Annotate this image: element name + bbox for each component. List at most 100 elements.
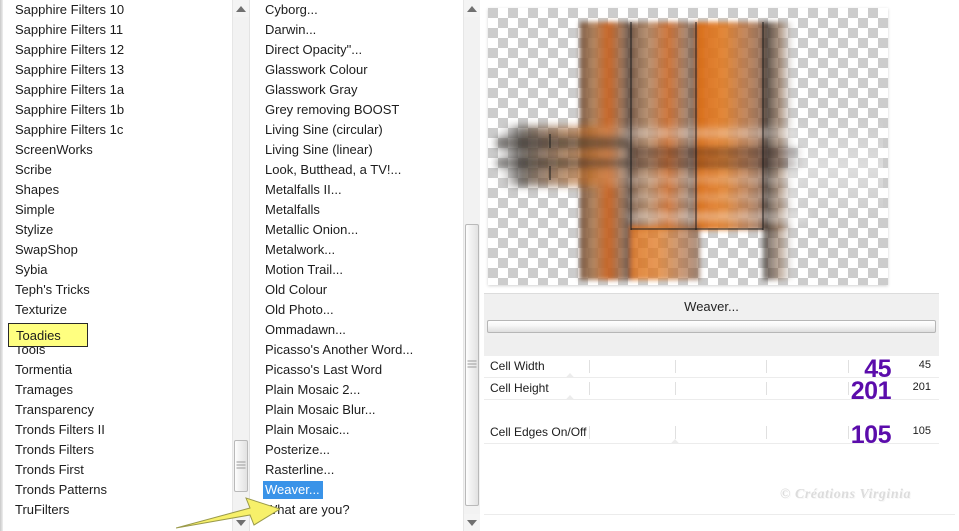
list-item[interactable]: Plain Mosaic Blur... (250, 400, 480, 420)
list-item[interactable]: Teph's Tricks (0, 280, 249, 300)
list-item[interactable]: Tronds Filters (0, 440, 249, 460)
list-item[interactable]: Glasswork Gray (250, 80, 480, 100)
list-item[interactable]: Old Colour (250, 280, 480, 300)
scroll-up-button[interactable] (464, 0, 480, 17)
list-item[interactable]: Sybia (0, 260, 249, 280)
preview-checkerboard (488, 8, 888, 285)
list-item[interactable]: Posterize... (250, 440, 480, 460)
panel-bottom-divider (484, 514, 955, 515)
list-item[interactable]: Texturize (0, 300, 249, 320)
list-item-label: Stylize (15, 222, 54, 237)
slider-label: Cell Edges On/Off (490, 425, 587, 439)
slider-tick (588, 426, 590, 439)
list-item-label: Tronds Patterns (15, 482, 108, 497)
list-item-label: Rasterline... (265, 462, 335, 477)
list-item[interactable]: Grey removing BOOST (250, 100, 480, 120)
list-item[interactable]: Shapes (0, 180, 249, 200)
slider-value-readout[interactable]: 201 (913, 378, 931, 397)
list-item[interactable]: Scribe (0, 160, 249, 180)
list-item[interactable]: Transparency (0, 400, 249, 420)
slider-label: Cell Height (490, 381, 549, 395)
list-item[interactable]: Plain Mosaic... (250, 420, 480, 440)
list-item[interactable]: Darwin... (250, 20, 480, 40)
list-item-label: Transparency (15, 402, 94, 417)
list-item[interactable]: Stylize (0, 220, 249, 240)
list-item[interactable]: SwapShop (0, 240, 249, 260)
list-item[interactable]: Tronds Filters II (0, 420, 249, 440)
list-item[interactable]: Sapphire Filters 1c (0, 120, 249, 140)
slider-tick (675, 426, 677, 439)
list-item[interactable]: Living Sine (circular) (250, 120, 480, 140)
list-item[interactable]: ScreenWorks (0, 140, 249, 160)
list-item[interactable]: Cyborg... (250, 0, 480, 20)
list-item[interactable]: Plain Mosaic 2... (250, 380, 480, 400)
slider-list-tail (484, 444, 939, 466)
list-item[interactable]: TruFilters (0, 500, 249, 520)
list-item[interactable]: Metallic Onion... (250, 220, 480, 240)
list-item-label: Sapphire Filters 13 (15, 62, 125, 77)
list-item[interactable]: Picasso's Last Word (250, 360, 480, 380)
filter-list-scrollbar[interactable] (463, 0, 480, 531)
list-item[interactable]: Motion Trail... (250, 260, 480, 280)
list-item[interactable]: Sapphire Filters 11 (0, 20, 249, 40)
list-item-label: SwapShop (15, 242, 78, 257)
list-item[interactable]: Tormentia (0, 360, 249, 380)
scroll-down-button[interactable] (233, 514, 249, 531)
list-item-label: Sybia (15, 262, 48, 277)
list-item[interactable]: Sapphire Filters 1a (0, 80, 249, 100)
list-item[interactable]: Living Sine (linear) (250, 140, 480, 160)
list-item[interactable]: Metalfalls II... (250, 180, 480, 200)
scroll-down-button[interactable] (464, 514, 480, 531)
category-list-scrollbar[interactable] (232, 0, 249, 531)
list-item-label: Picasso's Last Word (265, 362, 383, 377)
list-item[interactable]: Ommadawn... (250, 320, 480, 340)
list-item-label: Glasswork Gray (265, 82, 358, 97)
list-item[interactable]: Rasterline... (250, 460, 480, 480)
slider-row[interactable]: Cell Edges On/Off 105 105 (484, 422, 939, 451)
list-item[interactable]: Tronds First (0, 460, 249, 480)
slider-value-readout[interactable]: 105 (913, 422, 931, 441)
slider-row[interactable]: Cell Width 45 45 (484, 356, 939, 385)
list-item[interactable]: Sapphire Filters 13 (0, 60, 249, 80)
list-item[interactable]: Picasso's Another Word... (250, 340, 480, 360)
filter-effect-panel: Cyborg... Darwin... Direct Opacity"... Glas… (250, 0, 480, 531)
list-item-label: Sapphire Filters 10 (15, 2, 125, 17)
triangle-down-icon (236, 519, 246, 526)
slider-value-readout[interactable]: 45 (919, 356, 931, 375)
list-item-label: ScreenWorks (15, 142, 93, 157)
list-item[interactable]: Old Photo... (250, 300, 480, 320)
slider-tick (848, 426, 849, 439)
filter-effect-list[interactable]: Cyborg... Darwin... Direct Opacity"... Glas… (250, 0, 480, 520)
list-item[interactable]: What are you? (250, 500, 480, 520)
list-item[interactable]: Look, Butthead, a TV!... (250, 160, 480, 180)
slider-spacer (484, 400, 939, 422)
list-item[interactable]: Metalfalls (250, 200, 480, 220)
filter-category-list[interactable]: Sapphire Filters 10 Sapphire Filters 11 Sa… (0, 0, 249, 520)
list-item[interactable]: Metalwork... (250, 240, 480, 260)
list-item[interactable]: Simple (0, 200, 249, 220)
list-item-label: Old Photo... (265, 302, 334, 317)
list-item-selected[interactable]: Weaver... (250, 480, 480, 500)
list-item[interactable]: Tronds Patterns (0, 480, 249, 500)
list-item[interactable]: Glasswork Colour (250, 60, 480, 80)
slider-row[interactable]: Cell Height 201 201 (484, 378, 939, 407)
triangle-up-icon (236, 5, 246, 12)
list-item-label: Sapphire Filters 1b (15, 102, 125, 117)
list-item-label: Tramages (15, 382, 74, 397)
effect-preview[interactable] (488, 8, 888, 285)
list-item[interactable]: Sapphire Filters 12 (0, 40, 249, 60)
filter-category-panel: Sapphire Filters 10 Sapphire Filters 11 Sa… (0, 0, 280, 531)
list-item[interactable]: Tramages (0, 380, 249, 400)
list-item-label: Texturize (15, 302, 68, 317)
scroll-up-button[interactable] (233, 0, 249, 17)
scrollbar-thumb[interactable] (234, 440, 248, 492)
scrollbar-thumb[interactable] (465, 224, 479, 506)
list-item-label: Sapphire Filters 11 (15, 22, 124, 37)
list-item[interactable]: Sapphire Filters 1b (0, 100, 249, 120)
list-item-label: Posterize... (265, 442, 331, 457)
list-item-label: Metalfalls II... (265, 182, 342, 197)
list-item-label: Cyborg... (265, 2, 318, 17)
list-item[interactable]: Sapphire Filters 10 (0, 0, 249, 20)
progress-bar[interactable] (487, 320, 936, 333)
list-item[interactable]: Direct Opacity"... (250, 40, 480, 60)
